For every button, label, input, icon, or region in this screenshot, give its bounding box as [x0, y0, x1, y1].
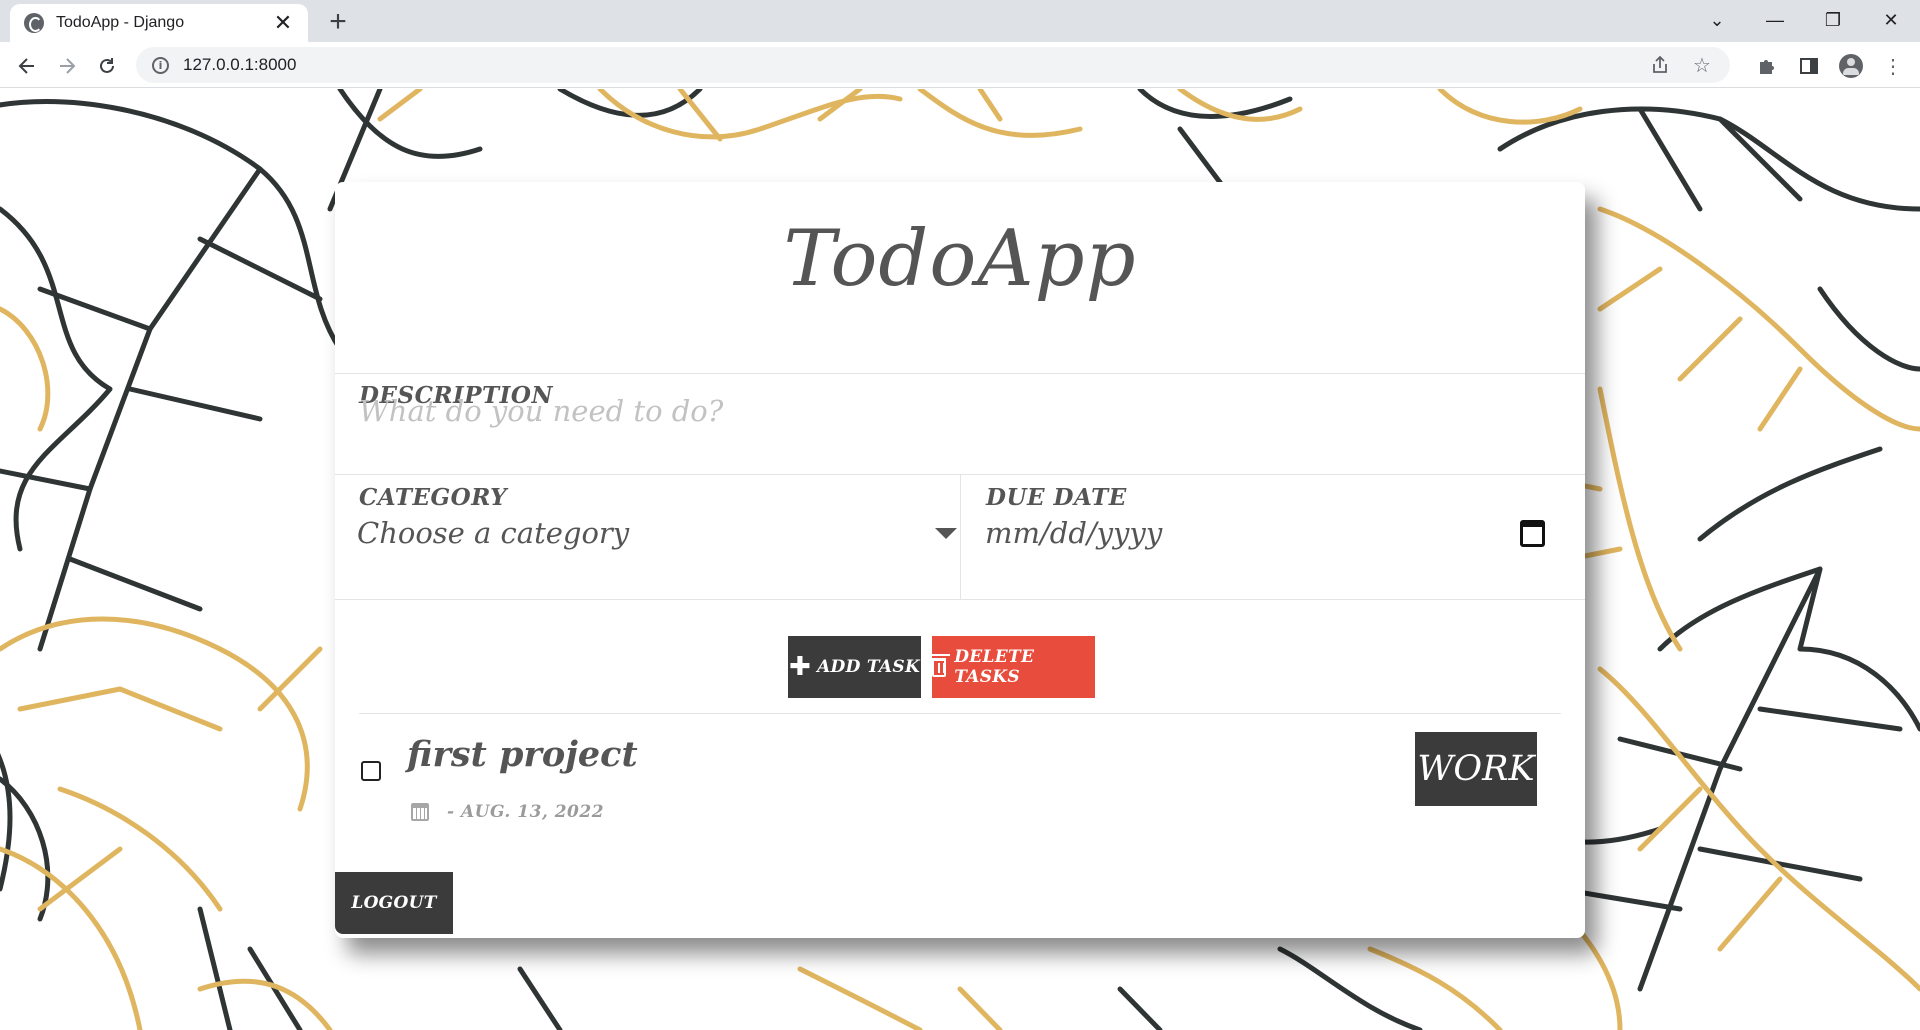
reload-icon: [100, 58, 114, 73]
column-divider: [960, 475, 961, 599]
task-list: first project - AUG. 13, 2022 WORK: [359, 713, 1561, 854]
todo-card: TodoApp DESCRIPTION CATEGORY Choose a ca…: [335, 182, 1585, 938]
restore-button[interactable]: ❐: [1804, 0, 1862, 40]
profile-button[interactable]: [1834, 49, 1868, 83]
due-date-placeholder: mm/dd/yyyy: [985, 516, 1163, 550]
reload-button[interactable]: [90, 49, 124, 83]
chevron-down-icon: [935, 527, 957, 539]
puzzle-icon[interactable]: [1750, 49, 1784, 83]
avatar: [1839, 54, 1863, 78]
category-label: CATEGORY: [359, 484, 508, 511]
browser-tab[interactable]: TodoApp - Django ✕: [10, 4, 308, 42]
category-select[interactable]: Choose a category: [357, 512, 961, 554]
page-title: TodoApp: [783, 214, 1137, 304]
task-category-badge: WORK: [1415, 732, 1537, 806]
divider: [335, 599, 1585, 600]
tab-title: TodoApp - Django: [56, 14, 185, 31]
url-text[interactable]: 127.0.0.1:8000: [183, 55, 296, 75]
task-item: first project - AUG. 13, 2022 WORK: [359, 714, 1561, 854]
category-selected-value: Choose a category: [357, 516, 630, 550]
add-task-button[interactable]: ✚ ADD TASK: [788, 636, 921, 698]
back-button[interactable]: [10, 49, 44, 83]
extension-area: ⋮: [1750, 49, 1910, 83]
window-controls: ⌄ — ❐ ✕: [1688, 0, 1920, 42]
calendar-icon[interactable]: [1520, 519, 1545, 547]
close-tab-icon[interactable]: ✕: [272, 12, 294, 34]
minimize-button[interactable]: —: [1746, 0, 1804, 40]
menu-kebab-icon[interactable]: ⋮: [1876, 49, 1910, 83]
bookmark-star-icon[interactable]: ☆: [1690, 53, 1714, 77]
task-checkbox[interactable]: [361, 761, 381, 781]
arrow-right-icon: [60, 58, 76, 74]
delete-tasks-label: DELETE TASKS: [954, 647, 1035, 687]
task-due-date: - AUG. 13, 2022: [411, 802, 604, 822]
share-icon[interactable]: [1648, 53, 1672, 77]
new-tab-button[interactable]: +: [323, 7, 353, 37]
page-viewport: TodoApp DESCRIPTION CATEGORY Choose a ca…: [0, 89, 1920, 1030]
browser-tabstrip: TodoApp - Django ✕ + ⌄ — ❐ ✕: [0, 0, 1920, 42]
tab-search-button[interactable]: ⌄: [1688, 0, 1746, 40]
side-panel-icon[interactable]: [1792, 49, 1826, 83]
description-input[interactable]: [359, 390, 1559, 432]
logout-button[interactable]: LOGOUT: [335, 872, 453, 934]
divider: [335, 373, 1585, 374]
plus-icon: ✚: [788, 652, 812, 682]
task-date-text: - AUG. 13, 2022: [447, 802, 605, 822]
due-date-input[interactable]: mm/dd/yyyy: [985, 512, 1545, 554]
arrow-left-icon: [18, 58, 34, 74]
info-icon[interactable]: i: [152, 56, 169, 74]
task-description: first project: [407, 734, 638, 775]
calendar-icon: [411, 803, 429, 821]
delete-tasks-button[interactable]: DELETE TASKS: [928, 636, 1095, 698]
forward-button[interactable]: [50, 49, 84, 83]
address-bar-actions: ☆: [1648, 53, 1714, 77]
close-window-button[interactable]: ✕: [1862, 0, 1920, 40]
browser-toolbar: i 127.0.0.1:8000 ☆ ⋮: [0, 42, 1920, 88]
globe-icon: [24, 13, 44, 33]
due-date-label: DUE DATE: [986, 484, 1127, 511]
add-task-label: ADD TASK: [817, 657, 921, 677]
address-bar[interactable]: i 127.0.0.1:8000 ☆: [136, 47, 1730, 83]
trash-icon: [928, 653, 951, 677]
